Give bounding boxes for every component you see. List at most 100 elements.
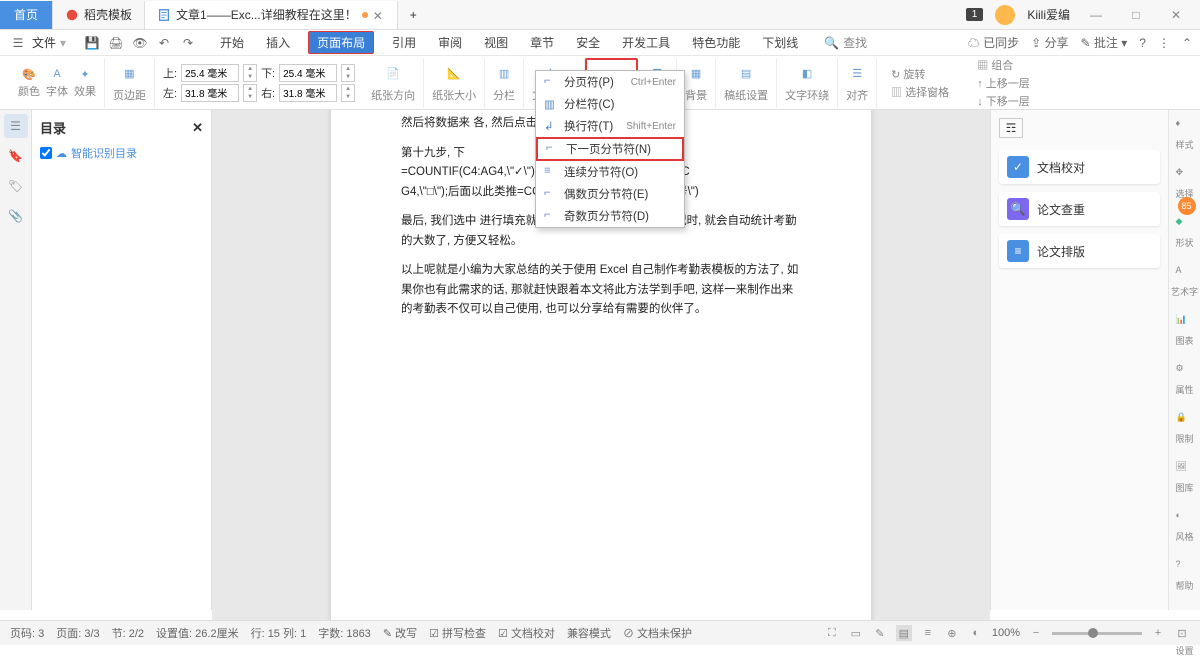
chart-tool[interactable]: 📊图表 <box>1175 314 1193 347</box>
avatar-icon[interactable] <box>995 5 1015 25</box>
format-button[interactable]: ≡论文排版 <box>999 234 1160 268</box>
smart-outline-checkbox[interactable] <box>40 147 52 159</box>
zoom-in-icon[interactable]: + <box>1150 625 1166 641</box>
fit-window-icon[interactable]: ⊡ <box>1174 625 1190 641</box>
hamburger-icon[interactable]: ☰ <box>8 33 28 53</box>
minimize-icon[interactable]: — <box>1082 1 1110 29</box>
dd-page-break[interactable]: ⌐分页符(P)Ctrl+Enter <box>536 71 684 93</box>
print-icon[interactable]: 🖨 <box>106 33 126 53</box>
select-pane-button[interactable]: ▥ 选择窗格 <box>891 84 949 100</box>
outline-view-icon[interactable]: ≡ <box>920 625 936 641</box>
tab-start[interactable]: 开始 <box>216 31 248 54</box>
move-up-button[interactable]: ↑ 上移一层 <box>977 75 1030 91</box>
help-icon[interactable]: ? <box>1139 36 1146 50</box>
dd-even-page-section[interactable]: ⌐偶数页分节符(E) <box>536 183 684 205</box>
page-count[interactable]: 页面: 3/3 <box>56 625 99 641</box>
more-icon[interactable]: ⋮ <box>1158 36 1170 50</box>
edit-view-icon[interactable]: ✎ <box>872 625 888 641</box>
left-spinner[interactable]: ▲▼ <box>243 84 257 102</box>
tab-insert[interactable]: 插入 <box>262 31 294 54</box>
attachment-nav-icon[interactable]: 📎 <box>4 204 28 228</box>
select-tool[interactable]: ✥选择 <box>1175 167 1193 200</box>
style-tool[interactable]: ♦样式 <box>1175 118 1193 151</box>
bottom-spinner[interactable]: ▲▼ <box>341 64 355 82</box>
top-margin-input[interactable] <box>181 64 239 82</box>
undo-icon[interactable]: ↶ <box>154 33 174 53</box>
tab-document[interactable]: 文章1——Exc...详细教程在这里！ ✕ <box>145 1 398 29</box>
top-spinner[interactable]: ▲▼ <box>243 64 257 82</box>
zoom-slider[interactable] <box>1052 632 1142 635</box>
tab-template[interactable]: 稻壳模板 <box>53 1 145 29</box>
compat-mode[interactable]: 兼容模式 <box>567 625 611 641</box>
file-menu[interactable]: 文件 <box>32 34 56 51</box>
tab-view[interactable]: 视图 <box>480 31 512 54</box>
smart-outline-toggle[interactable]: ☁ 智能识别目录 <box>40 145 203 161</box>
column-button[interactable]: ▥分栏 <box>485 58 524 108</box>
draft-view-icon[interactable]: ◐ <box>968 625 984 641</box>
size-button[interactable]: 📐纸张大小 <box>424 58 485 108</box>
dd-next-page-section[interactable]: ⌐下一页分节符(N) <box>536 137 684 161</box>
tab-page-layout[interactable]: 页面布局 <box>308 31 374 54</box>
redo-icon[interactable]: ↷ <box>178 33 198 53</box>
panel-toggle-icon[interactable]: ☶ <box>999 118 1023 138</box>
orientation-button[interactable]: 📄纸张方向 <box>363 58 424 108</box>
plagiarism-button[interactable]: 🔍论文查重 <box>999 192 1160 226</box>
tab-chapter[interactable]: 章节 <box>526 31 558 54</box>
property-tool[interactable]: ⚙属性 <box>1175 363 1193 396</box>
gallery-tool[interactable]: 🖼图库 <box>1175 461 1193 494</box>
right-margin-input[interactable] <box>279 84 337 102</box>
comments-button[interactable]: ✎ 批注 ▾ <box>1080 34 1127 51</box>
web-view-icon[interactable]: ⊕ <box>944 625 960 641</box>
spellcheck-status[interactable]: ☑ 拼写检查 <box>429 625 486 641</box>
left-margin-input[interactable] <box>181 84 239 102</box>
font-icon[interactable]: A <box>48 66 66 82</box>
theme-tool[interactable]: ◐风格 <box>1175 510 1193 543</box>
shape-tool[interactable]: ◆形状 <box>1175 216 1193 249</box>
palette-icon[interactable]: 🎨 <box>20 66 38 82</box>
tab-devtools[interactable]: 开发工具 <box>618 31 674 54</box>
wrap-button[interactable]: ◧文字环绕 <box>777 58 838 108</box>
outline-close-icon[interactable]: ✕ <box>192 120 203 136</box>
page-number[interactable]: 页码: 3 <box>10 625 44 641</box>
tab-add[interactable]: + <box>398 1 429 29</box>
draft-button[interactable]: ▤稿纸设置 <box>716 58 777 108</box>
maximize-icon[interactable]: □ <box>1122 1 1150 29</box>
outline-nav-icon[interactable]: ☰ <box>4 114 28 138</box>
save-icon[interactable]: 💾 <box>82 33 102 53</box>
rotate-button[interactable]: ↻ 旋转 <box>891 66 949 82</box>
move-down-button[interactable]: ↓ 下移一层 <box>977 93 1030 109</box>
print-layout-icon[interactable]: ▤ <box>896 625 912 641</box>
zoom-level[interactable]: 100% <box>992 627 1020 639</box>
group-button[interactable]: ▦ 组合 <box>977 57 1030 73</box>
bookmark-nav-icon[interactable]: 🔖 <box>4 144 28 168</box>
zoom-handle[interactable] <box>1088 628 1098 638</box>
align-button[interactable]: ☰对齐 <box>838 58 877 108</box>
close-icon[interactable]: ✕ <box>1162 1 1190 29</box>
bookmark2-nav-icon[interactable]: 🏷 <box>4 174 28 198</box>
margin-group[interactable]: ▦ 页边距 <box>105 58 155 108</box>
dd-continuous-section[interactable]: ≡连续分节符(O) <box>536 161 684 183</box>
zoom-out-icon[interactable]: − <box>1028 625 1044 641</box>
wordart-tool[interactable]: A艺术字 <box>1171 265 1198 298</box>
tab-references[interactable]: 引用 <box>388 31 420 54</box>
tab-underline[interactable]: 下划线 <box>758 31 802 54</box>
tab-security[interactable]: 安全 <box>572 31 604 54</box>
tab-features[interactable]: 特色功能 <box>688 31 744 54</box>
dd-odd-page-section[interactable]: ⌐奇数页分节符(D) <box>536 205 684 227</box>
dd-column-break[interactable]: ▥分栏符(C) <box>536 93 684 115</box>
sync-status[interactable]: ☁ 已同步 <box>968 34 1019 51</box>
effect-icon[interactable]: ✦ <box>76 66 94 82</box>
dd-line-break[interactable]: ↲换行符(T)Shift+Enter <box>536 115 684 137</box>
collapse-ribbon-icon[interactable]: ⌃ <box>1182 36 1192 50</box>
tab-review[interactable]: 审阅 <box>434 31 466 54</box>
share-button[interactable]: ⇪ 分享 <box>1031 34 1068 51</box>
fullscreen-icon[interactable]: ⛶ <box>824 625 840 641</box>
protect-status[interactable]: ⊘ 文档未保护 <box>623 625 692 641</box>
rewrite-status[interactable]: ✎ 改写 <box>383 625 417 641</box>
reading-view-icon[interactable]: ▭ <box>848 625 864 641</box>
section-count[interactable]: 节: 2/2 <box>112 625 144 641</box>
search-button[interactable]: 🔍 查找 <box>824 34 867 51</box>
bottom-margin-input[interactable] <box>279 64 337 82</box>
tab-home[interactable]: 首页 <box>0 1 53 29</box>
help-tool[interactable]: ?帮助 <box>1175 559 1193 592</box>
